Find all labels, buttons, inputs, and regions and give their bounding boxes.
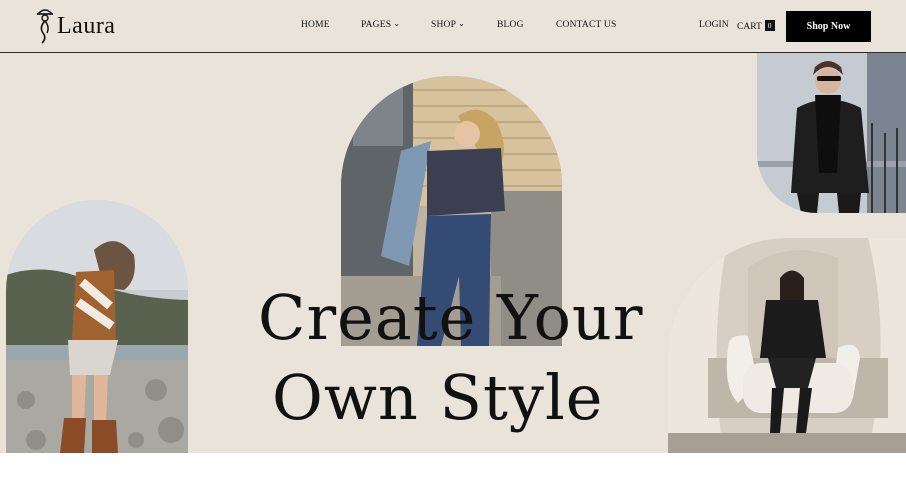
brand-logo[interactable]: Laura <box>34 6 115 46</box>
woman-logo-icon <box>37 9 53 44</box>
site-header: Laura HOME PAGES ⌄ SHOP ⌄ BLOG CONTACT US … <box>0 0 906 53</box>
hero-headline-line-1: Create Your <box>258 281 644 354</box>
nav-item-shop-label: SHOP <box>431 20 457 30</box>
chevron-down-icon: ⌄ <box>458 19 465 28</box>
login-link[interactable]: LOGIN <box>699 20 729 30</box>
hero-section: Create Your Own Style <box>0 53 906 453</box>
nav-item-pages[interactable]: PAGES ⌄ <box>361 19 401 30</box>
nav-item-home[interactable]: HOME <box>301 20 330 30</box>
cart-count-badge: 0 <box>764 20 775 31</box>
cart-label: CART <box>737 22 762 32</box>
brand-name: Laura <box>57 12 116 39</box>
shop-now-button[interactable]: Shop Now <box>786 11 871 42</box>
hero-headline: Create Your Own Style <box>258 278 643 438</box>
nav-item-pages-label: PAGES <box>361 20 392 30</box>
hero-headline-line-2: Own Style <box>272 361 604 434</box>
model-photo-armchair <box>668 238 906 453</box>
cart-link[interactable]: CART 0 <box>737 20 775 32</box>
chevron-down-icon: ⌄ <box>393 19 401 28</box>
nav-item-contact[interactable]: CONTACT US <box>556 20 616 30</box>
page-below-hero <box>0 453 906 496</box>
model-photo-rocky-shore <box>6 200 188 453</box>
nav-item-shop[interactable]: SHOP ⌄ <box>431 19 465 30</box>
model-photo-puffer-jacket <box>757 53 906 213</box>
nav-item-blog[interactable]: BLOG <box>497 20 524 30</box>
